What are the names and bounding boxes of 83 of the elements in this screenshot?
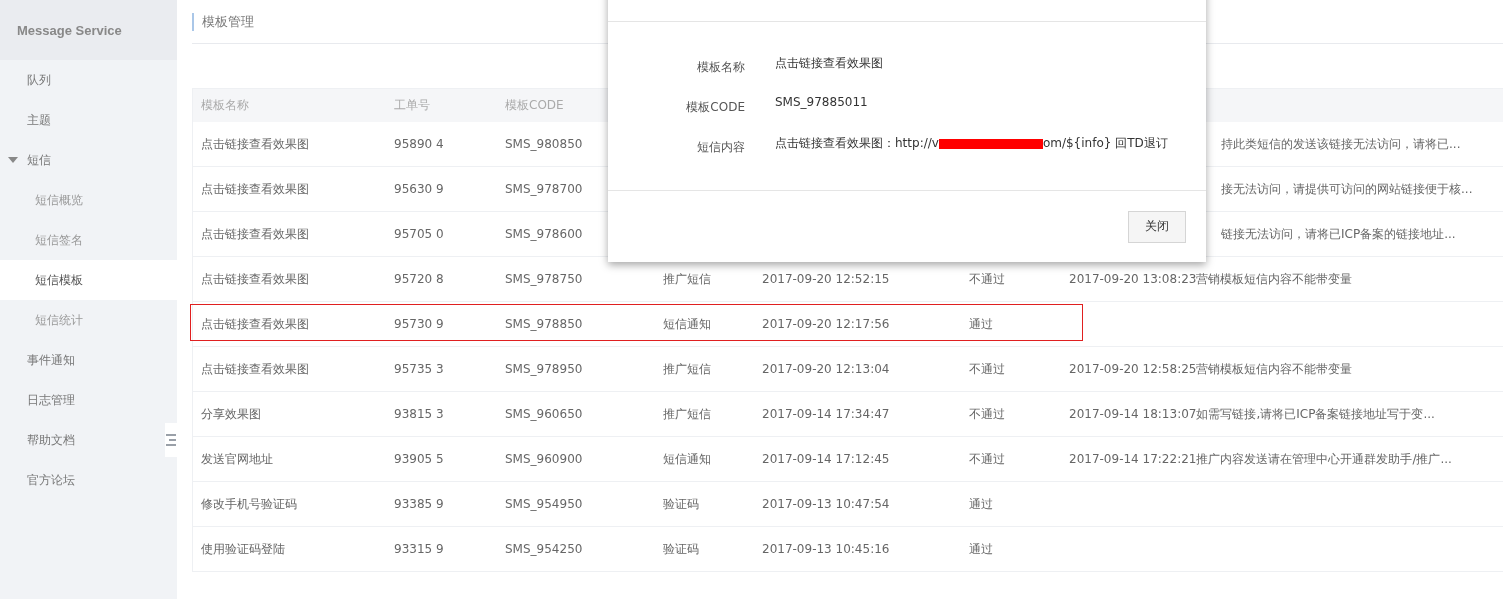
column-header: 模板名称	[201, 97, 249, 114]
column-header: 工单号	[394, 97, 430, 114]
table-cell: 点击链接查看效果图	[201, 360, 309, 378]
table-cell: 2017-09-13 10:47:54	[762, 497, 890, 511]
table-cell: 分享效果图	[201, 405, 261, 423]
table-cell: 2017-09-14 17:34:47	[762, 407, 890, 421]
table-cell: 95735 3	[394, 362, 444, 376]
table-cell: 2017-09-20 12:17:56	[762, 317, 890, 331]
field-value: 点击链接查看效果图	[775, 55, 883, 72]
table-cell: SMS_960650	[505, 407, 583, 421]
table-cell: SMS_978600	[505, 227, 583, 241]
field-value: 点击链接查看效果图：http://v	[775, 135, 939, 152]
column-header: 模板CODE	[505, 97, 564, 114]
table-cell: 点击链接查看效果图	[201, 225, 309, 243]
table-cell: 不通过	[969, 450, 1005, 468]
field-label: 模板名称	[696, 59, 745, 76]
table-cell: 95630 9	[394, 182, 444, 196]
table-cell: 推广短信	[663, 360, 711, 378]
nav-subitem[interactable]: 短信模板	[0, 260, 177, 300]
table-cell: 95720 8	[394, 272, 444, 286]
table-cell: 推广短信	[663, 405, 711, 423]
table-cell: 93315 9	[394, 542, 444, 556]
table-cell: 接无法访问，请提供可访问的网站链接便于核...	[1221, 180, 1473, 198]
table-cell: 短信通知	[663, 450, 711, 468]
table-cell: 持此类短信的发送该链接无法访问，请将已...	[1221, 135, 1461, 153]
nav-subitem[interactable]: 短信概览	[0, 180, 177, 220]
app-title: Message Service	[17, 22, 122, 38]
table-cell: SMS_978750	[505, 272, 583, 286]
table-cell: 验证码	[663, 495, 699, 513]
table-cell: SMS_954250	[505, 542, 583, 556]
table-cell: 93815 3	[394, 407, 444, 421]
page-title: 模板管理	[192, 12, 254, 31]
table-cell: 不通过	[969, 405, 1005, 423]
table-cell: 点击链接查看效果图	[201, 135, 309, 153]
table-cell: 2017-09-20 12:52:15	[762, 272, 890, 286]
field-value: om/${info} 回TD退订	[1042, 135, 1168, 152]
table-cell: 不通过	[969, 360, 1005, 378]
field-label: 短信内容	[696, 139, 745, 156]
table-cell: 短信通知	[663, 315, 711, 333]
table-cell: 93385 9	[394, 497, 444, 511]
table-cell: 链接无法访问，请将已ICP备案的链接地址...	[1221, 225, 1456, 243]
table-cell: SMS_954950	[505, 497, 583, 511]
nav-item[interactable]: 官方论坛	[0, 460, 177, 500]
table-cell: 不通过	[969, 270, 1005, 288]
table-cell: 发送官网地址	[201, 450, 273, 468]
table-cell: 2017-09-20 12:58:25营销模板短信内容不能带变量	[1069, 360, 1353, 378]
table-cell: 通过	[969, 495, 993, 513]
table-cell: 推广短信	[663, 270, 711, 288]
nav-item[interactable]: 短信	[0, 140, 177, 180]
nav-item[interactable]: 队列	[0, 60, 177, 100]
table-cell: 95705 0	[394, 227, 444, 241]
nav-item[interactable]: 事件通知	[0, 340, 177, 380]
table-cell: 2017-09-20 12:13:04	[762, 362, 890, 376]
table-cell: 点击链接查看效果图	[201, 270, 309, 288]
table-cell: 通过	[969, 315, 993, 333]
table-cell: 2017-09-14 17:12:45	[762, 452, 890, 466]
table-cell: SMS_960900	[505, 452, 583, 466]
table-cell: 通过	[969, 540, 993, 558]
close-button[interactable]: 关闭	[1128, 210, 1186, 243]
table-cell: SMS_978950	[505, 362, 583, 376]
nav-item[interactable]: 主题	[0, 100, 177, 140]
field-label: 模板CODE	[685, 99, 745, 116]
nav-item[interactable]: 日志管理	[0, 380, 177, 420]
nav-subitem[interactable]: 短信统计	[0, 300, 177, 340]
table-cell: SMS_978700	[505, 182, 583, 196]
table-cell: 验证码	[663, 540, 699, 558]
table-cell: 93905 5	[394, 452, 444, 466]
table-cell: SMS_980850	[505, 137, 583, 151]
collapse-handle[interactable]	[165, 423, 177, 457]
table-cell: 2017-09-13 10:45:16	[762, 542, 890, 556]
table-cell: 2017-09-14 17:22:21推广内容发送请在管理中心开通群发助手/推广...	[1069, 450, 1452, 468]
field-value: SMS_97885011	[775, 95, 868, 109]
table-cell: 点击链接查看效果图	[201, 315, 309, 333]
table-cell: 95730 9	[394, 317, 444, 331]
menu-icon	[166, 434, 176, 446]
table-cell: 95890 4	[394, 137, 444, 151]
nav-subitem[interactable]: 短信签名	[0, 220, 177, 260]
table-cell: 2017-09-14 18:13:07如需写链接,请将已ICP备案链接地址写于变...	[1069, 405, 1435, 423]
table-cell: 2017-09-20 13:08:23营销模板短信内容不能带变量	[1069, 270, 1353, 288]
table-cell: SMS_978850	[505, 317, 583, 331]
table-cell: 点击链接查看效果图	[201, 180, 309, 198]
table-cell: 使用验证码登陆	[201, 540, 285, 558]
table-cell: 修改手机号验证码	[201, 495, 297, 513]
